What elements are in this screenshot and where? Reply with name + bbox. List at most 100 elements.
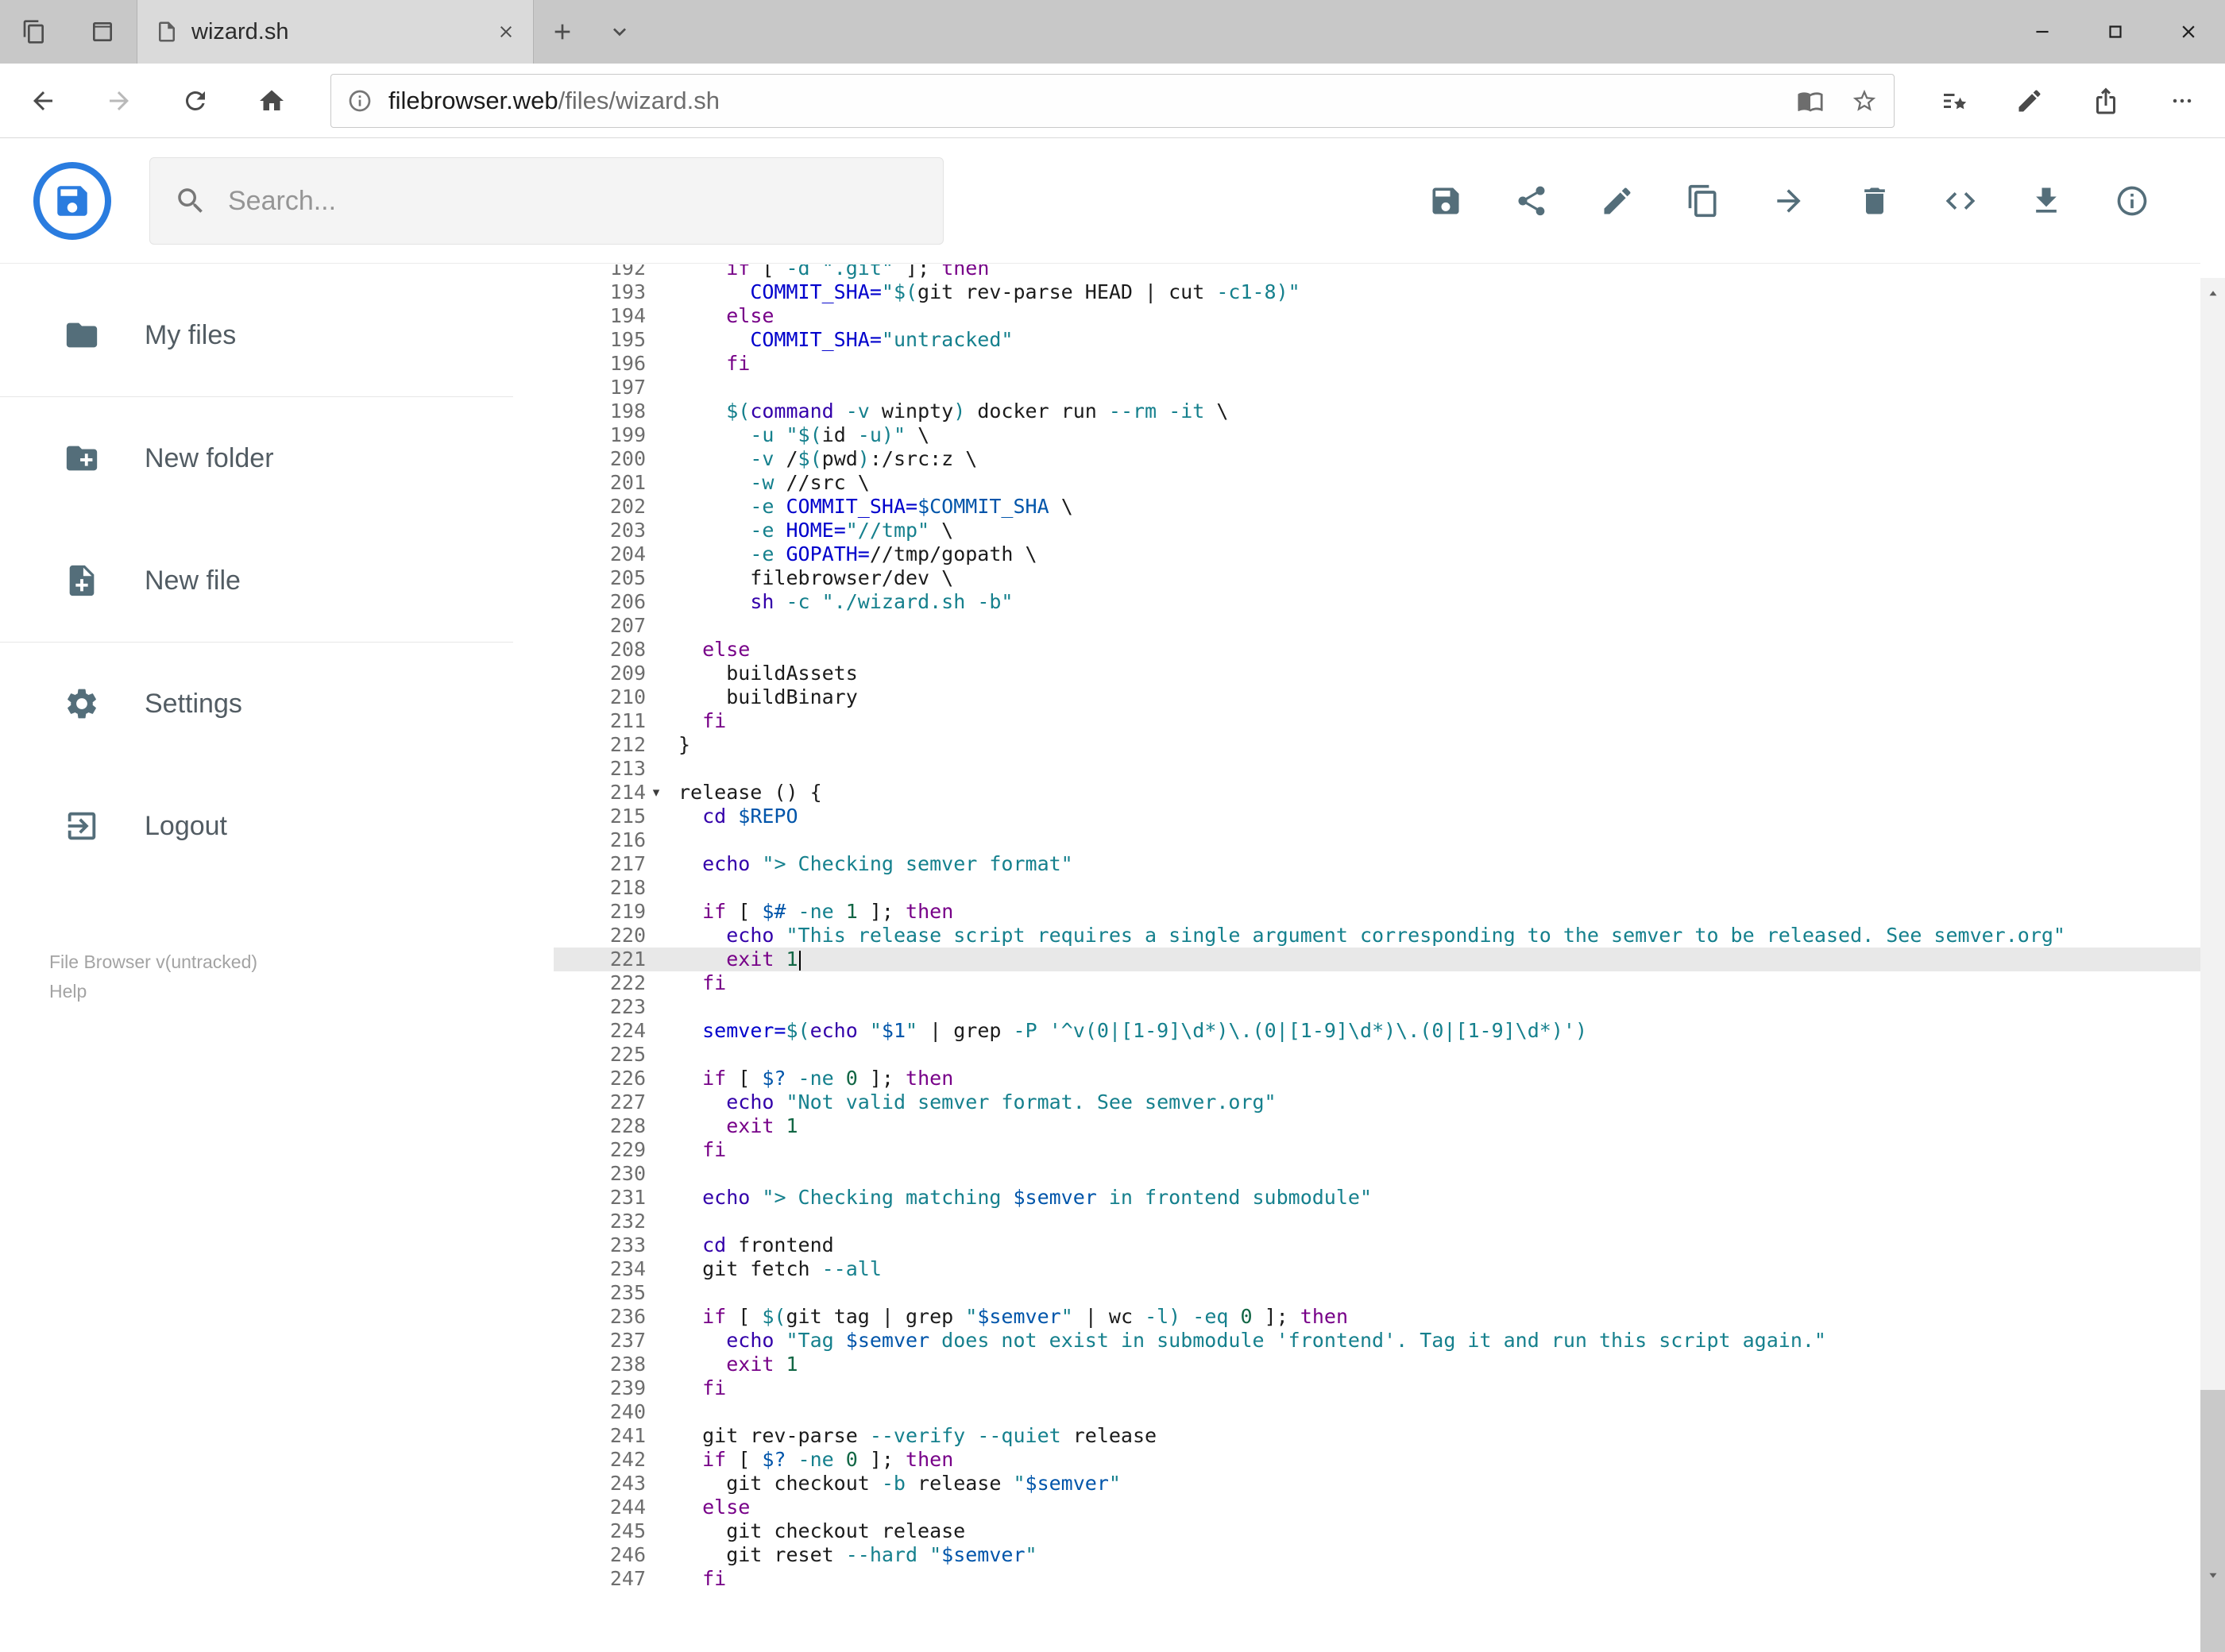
code-text[interactable]: echo "> Checking matching $semver in fro… [666, 1186, 2200, 1210]
code-view-button[interactable] [1943, 183, 1978, 218]
code-text[interactable]: echo "Not valid semver format. See semve… [666, 1090, 2200, 1114]
code-text[interactable]: else [666, 1496, 2200, 1519]
code-text[interactable]: $(command -v winpty) docker run --rm -it… [666, 399, 2200, 423]
code-text[interactable]: git rev-parse --verify --quiet release [666, 1424, 2200, 1448]
code-text[interactable]: exit 1 [666, 1114, 2200, 1138]
move-button[interactable] [1771, 183, 1806, 218]
code-text[interactable]: if [ $# -ne 1 ]; then [666, 900, 2200, 924]
code-text[interactable]: echo "This release script requires a sin… [666, 924, 2200, 948]
sidebar-item-logout[interactable]: Logout [0, 765, 513, 887]
favorite-star-button[interactable] [1851, 87, 1878, 114]
home-button[interactable] [234, 64, 310, 137]
filebrowser-logo[interactable] [33, 162, 111, 240]
code-text[interactable] [666, 614, 2200, 638]
scrollbar-thumb[interactable] [2200, 1390, 2225, 1652]
code-text[interactable] [666, 828, 2200, 852]
browser-tab[interactable]: wizard.sh [137, 0, 534, 64]
code-text[interactable]: COMMIT_SHA="untracked" [666, 328, 2200, 352]
back-button[interactable] [5, 64, 81, 137]
share-button[interactable] [1514, 183, 1549, 218]
close-button[interactable] [2152, 0, 2225, 64]
tab-close-icon[interactable] [496, 22, 516, 41]
minimize-button[interactable] [2006, 0, 2079, 64]
code-text[interactable]: fi [666, 1138, 2200, 1162]
code-text[interactable]: else [666, 304, 2200, 328]
code-editor[interactable]: 192 if [ -d ".git" ]; then 193 COMMIT_SHA… [554, 264, 2200, 1591]
code-text[interactable]: git fetch --all [666, 1257, 2200, 1281]
code-text[interactable]: sh -c "./wizard.sh -b" [666, 590, 2200, 614]
refresh-button[interactable] [157, 64, 234, 137]
sidebar-item-new-folder[interactable]: New folder [0, 397, 513, 519]
code-text[interactable]: echo "> Checking semver format" [666, 852, 2200, 876]
code-text[interactable]: COMMIT_SHA="$(git rev-parse HEAD | cut -… [666, 280, 2200, 304]
tab-list-chevron-button[interactable] [591, 0, 648, 64]
code-text[interactable] [666, 1400, 2200, 1424]
scroll-up-icon[interactable] [2200, 278, 2225, 310]
code-text[interactable]: git checkout -b release "$semver" [666, 1472, 2200, 1496]
code-text[interactable] [666, 376, 2200, 399]
code-text[interactable]: fi [666, 971, 2200, 995]
code-text[interactable]: fi [666, 709, 2200, 733]
code-text[interactable]: -u "$(id -u)" \ [666, 423, 2200, 447]
set-tabs-aside-button[interactable] [0, 0, 68, 64]
code-text[interactable]: -e COMMIT_SHA=$COMMIT_SHA \ [666, 495, 2200, 519]
forward-button[interactable] [81, 64, 157, 137]
code-text[interactable]: fi [666, 1376, 2200, 1400]
code-text[interactable]: if [ $(git tag | grep "$semver" | wc -l)… [666, 1305, 2200, 1329]
copy-button[interactable] [1686, 183, 1721, 218]
code-text[interactable]: -w //src \ [666, 471, 2200, 495]
code-text[interactable]: -v /$(pwd):/src:z \ [666, 447, 2200, 471]
code-text[interactable] [666, 757, 2200, 781]
help-link[interactable]: Help [49, 977, 257, 1006]
code-text[interactable]: -e HOME="//tmp" \ [666, 519, 2200, 542]
download-button[interactable] [2029, 183, 2064, 218]
sidebar-item-settings[interactable]: Settings [0, 643, 513, 765]
code-text[interactable] [666, 1210, 2200, 1233]
more-options-button[interactable] [2144, 64, 2220, 137]
reading-view-button[interactable] [1797, 87, 1824, 114]
rename-button[interactable] [1600, 183, 1635, 218]
code-text[interactable]: buildAssets [666, 662, 2200, 685]
code-text[interactable]: if [ $? -ne 0 ]; then [666, 1448, 2200, 1472]
code-text[interactable]: release () { [666, 781, 2200, 805]
code-text[interactable]: else [666, 638, 2200, 662]
code-text[interactable]: exit 1 [666, 948, 2200, 971]
maximize-button[interactable] [2079, 0, 2152, 64]
page-scrollbar[interactable] [2200, 278, 2225, 1652]
delete-button[interactable] [1857, 183, 1892, 218]
share-page-button[interactable] [2068, 64, 2144, 137]
code-text[interactable]: } [666, 733, 2200, 757]
search-box[interactable] [149, 157, 944, 245]
code-text[interactable]: exit 1 [666, 1353, 2200, 1376]
code-text[interactable] [666, 995, 2200, 1019]
code-text[interactable]: semver=$(echo "$1" | grep -P '^v(0|[1-9]… [666, 1019, 2200, 1043]
info-button[interactable] [2115, 183, 2150, 218]
new-tab-button[interactable] [534, 0, 591, 64]
site-info-icon[interactable] [347, 88, 373, 114]
address-bar[interactable]: filebrowser.web/files/wizard.sh [330, 73, 1895, 128]
code-text[interactable] [666, 1162, 2200, 1186]
save-button[interactable] [1428, 183, 1463, 218]
favorites-hub-button[interactable] [1915, 64, 1991, 137]
code-text[interactable]: -e GOPATH=//tmp/gopath \ [666, 542, 2200, 566]
code-text[interactable] [666, 1043, 2200, 1067]
code-text[interactable]: filebrowser/dev \ [666, 566, 2200, 590]
code-text[interactable]: fi [666, 352, 2200, 376]
scroll-down-icon[interactable] [2200, 1559, 2225, 1591]
code-text[interactable]: git checkout release [666, 1519, 2200, 1543]
code-text[interactable]: cd $REPO [666, 805, 2200, 828]
code-text[interactable]: if [ -d ".git" ]; then [666, 264, 2200, 280]
code-text[interactable]: fi [666, 1567, 2200, 1591]
sidebar-item-new-file[interactable]: New file [0, 519, 513, 642]
fold-arrow-icon[interactable]: ▾ [646, 781, 666, 805]
web-note-button[interactable] [1991, 64, 2068, 137]
code-text[interactable] [666, 1281, 2200, 1305]
code-text[interactable]: cd frontend [666, 1233, 2200, 1257]
code-text[interactable] [666, 876, 2200, 900]
code-text[interactable]: git reset --hard "$semver" [666, 1543, 2200, 1567]
search-input[interactable] [228, 185, 919, 217]
code-text[interactable]: echo "Tag $semver does not exist in subm… [666, 1329, 2200, 1353]
tab-preview-button[interactable] [68, 0, 137, 64]
sidebar-item-my-files[interactable]: My files [0, 274, 513, 396]
code-text[interactable]: buildBinary [666, 685, 2200, 709]
